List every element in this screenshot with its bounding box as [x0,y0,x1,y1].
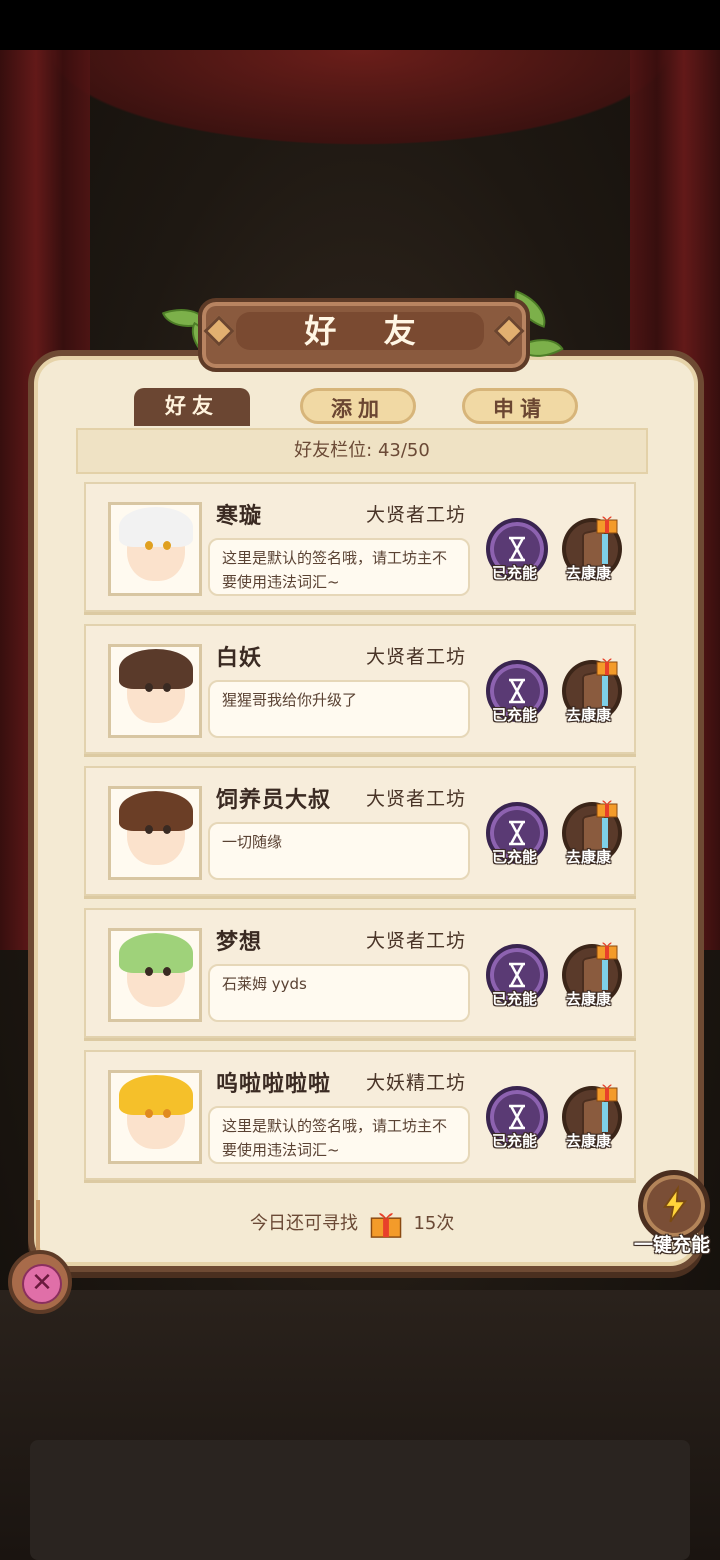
title-plate: 好 友 [198,298,530,372]
avatar[interactable] [108,644,202,738]
visit-label: 去康康 [566,706,612,724]
friend-guild: 大妖精工坊 [366,1072,467,1094]
daily-search-prefix: 今日还可寻找 [250,1213,358,1234]
friend-signature: 这里是默认的签名哦，请工坊主不要使用违法词汇~ [208,538,470,596]
one-key-charge-label: 一键充能 [634,1234,711,1256]
hourglass-icon [509,820,525,846]
visit-label: 去康康 [566,564,612,582]
avatar[interactable] [108,786,202,880]
daily-search-count: 15次 [413,1213,455,1234]
visit-label: 去康康 [566,1132,612,1150]
tab-friends[interactable]: 好友 [134,388,250,426]
close-icon: ✕ [22,1264,62,1304]
friend-name: 饲养员大叔 [216,788,332,813]
rope [36,1200,40,1252]
friend-guild: 大贤者工坊 [366,930,467,952]
page-title: 好 友 [236,312,484,350]
friend-guild: 大贤者工坊 [366,788,467,810]
friend-card: 饲养员大叔 大贤者工坊 一切随缘 已充能 去康康 [84,766,636,896]
status-bar [0,0,720,50]
friend-signature: 这里是默认的签名哦，请工坊主不要使用违法词汇~ [208,1106,470,1164]
hourglass-icon [509,536,525,562]
friend-card: 梦想 大贤者工坊 石莱姆 yyds 已充能 去康康 [84,908,636,1038]
gift-icon [370,1213,402,1238]
tab-requests[interactable]: 申请 [462,388,578,424]
hourglass-icon [509,1104,525,1130]
charged-label: 已充能 [492,564,538,582]
charged-label: 已充能 [492,706,538,724]
friend-signature: 一切随缘 [208,822,470,880]
floor-box [30,1440,690,1560]
friend-card: 白妖 大贤者工坊 猩猩哥我给你升级了 已充能 去康康 [84,624,636,754]
avatar[interactable] [108,928,202,1022]
close-button[interactable]: ✕ [8,1250,72,1314]
gift-icon [596,516,618,534]
friend-signature: 石莱姆 yyds [208,964,470,1022]
friend-name: 呜啦啦啦啦 [216,1072,332,1097]
tab-bar: 好友 添加 申请 [130,388,590,426]
hourglass-icon [509,962,525,988]
visit-label: 去康康 [566,848,612,866]
daily-search-counter: 今日还可寻找 15次 [250,1208,454,1238]
friend-name: 白妖 [216,646,263,671]
friend-name: 寒璇 [216,504,263,529]
friend-card: 寒璇 大贤者工坊 这里是默认的签名哦，请工坊主不要使用违法词汇~ 已充能 去康康 [84,482,636,612]
gift-icon [596,1084,618,1102]
hourglass-icon [509,678,525,704]
tab-add[interactable]: 添加 [300,388,416,424]
diamond-icon [493,315,525,347]
visit-label: 去康康 [566,990,612,1008]
gift-icon [596,658,618,676]
charged-label: 已充能 [492,1132,538,1150]
diamond-icon [203,315,235,347]
friend-guild: 大贤者工坊 [366,504,467,526]
charged-label: 已充能 [492,990,538,1008]
gift-icon [596,942,618,960]
friend-name: 梦想 [216,930,263,955]
friend-card: 呜啦啦啦啦 大妖精工坊 这里是默认的签名哦，请工坊主不要使用违法词汇~ 已充能 … [84,1050,636,1180]
avatar[interactable] [108,1070,202,1164]
lightning-icon [662,1185,688,1223]
gift-icon [596,800,618,818]
friend-guild: 大贤者工坊 [366,646,467,668]
friend-signature: 猩猩哥我给你升级了 [208,680,470,738]
curtain-valance [0,50,720,160]
charged-label: 已充能 [492,848,538,866]
avatar[interactable] [108,502,202,596]
friend-slots: 好友栏位: 43/50 [76,428,648,474]
